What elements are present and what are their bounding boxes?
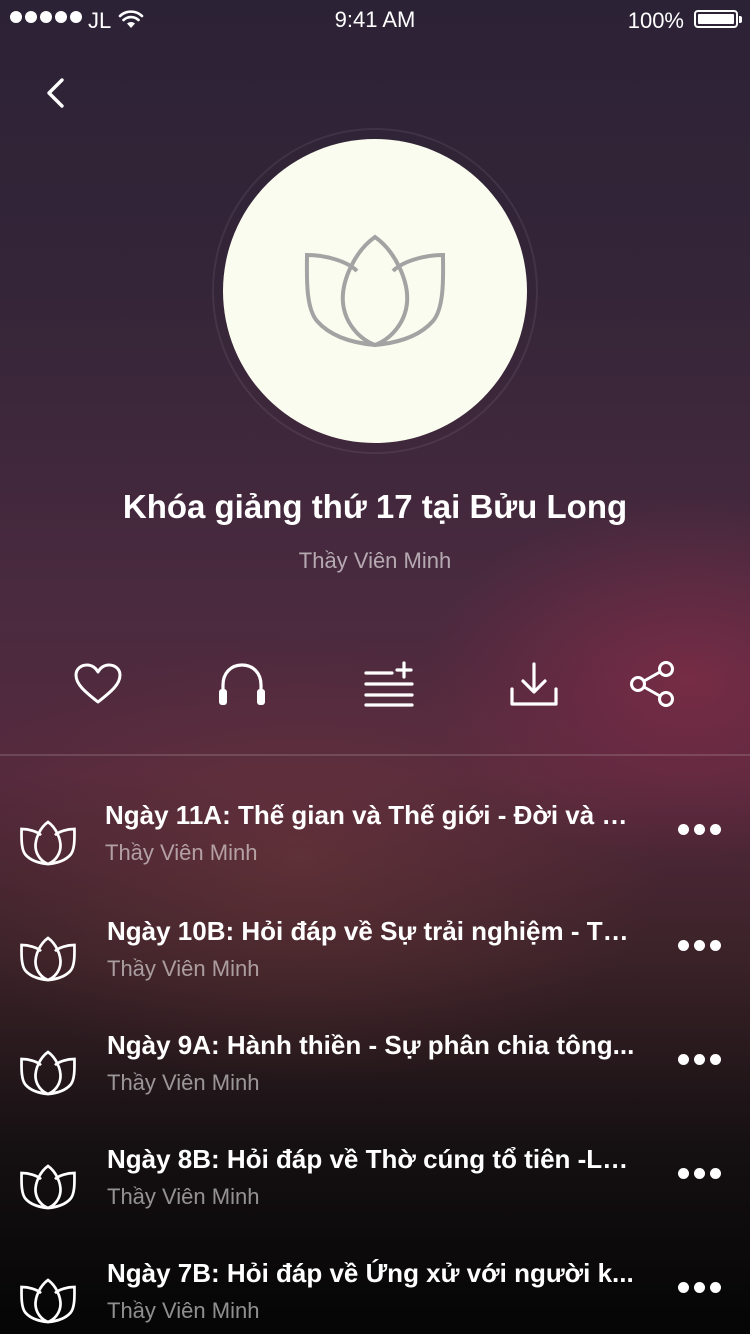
lotus-icon	[20, 936, 76, 982]
track-row[interactable]: Ngày 10B: Hỏi đáp về Sự trải nghiệm - Th…	[0, 916, 750, 1026]
track-author: Thầy Viên Minh	[107, 1184, 260, 1209]
track-title: Ngày 10B: Hỏi đáp về Sự trải nghiệm - Th…	[107, 916, 637, 946]
album-screen: JL 9:41 AM 100% Khóa giảng thứ 17 tại Bử…	[0, 0, 750, 1334]
heart-icon	[74, 663, 122, 704]
track-row[interactable]: Ngày 9A: Hành thiền - Sự phân chia tông.…	[0, 1030, 750, 1140]
lotus-icon	[20, 1050, 76, 1096]
album-author: Thầy Viên Minh	[298, 548, 452, 573]
more-options-button[interactable]	[678, 824, 721, 835]
track-author: Thầy Viên Minh	[107, 1298, 260, 1323]
headphones-icon	[219, 663, 265, 705]
track-row[interactable]: Ngày 7B: Hỏi đáp về Ứng xử với người k..…	[0, 1258, 750, 1334]
track-row[interactable]: Ngày 8B: Hỏi đáp về Thờ cúng tổ tiên -Là…	[0, 1144, 750, 1254]
favorite-button[interactable]	[70, 656, 126, 712]
lotus-icon	[20, 820, 76, 866]
track-author: Thầy Viên Minh	[107, 956, 260, 981]
download-button[interactable]	[506, 656, 562, 712]
album-cover	[223, 139, 527, 443]
lotus-icon	[20, 1164, 76, 1210]
status-bar: JL 9:41 AM 100%	[0, 0, 750, 40]
lotus-icon	[304, 234, 446, 348]
track-title: Ngày 9A: Hành thiền - Sự phân chia tông.…	[107, 1030, 635, 1060]
back-button[interactable]	[38, 72, 78, 116]
add-to-playlist-button[interactable]	[360, 656, 416, 712]
more-options-button[interactable]	[678, 1054, 721, 1065]
listen-button[interactable]	[214, 656, 270, 712]
more-options-button[interactable]	[678, 1168, 721, 1179]
more-options-button[interactable]	[678, 1282, 721, 1293]
download-icon	[510, 662, 558, 706]
track-author: Thầy Viên Minh	[105, 840, 258, 865]
track-title: Ngày 11A: Thế gian và Thế giới - Đời và …	[105, 800, 635, 830]
chevron-left-icon	[47, 78, 64, 108]
more-options-button[interactable]	[678, 940, 721, 951]
divider	[0, 754, 750, 756]
share-button[interactable]	[624, 656, 680, 712]
track-row[interactable]: Ngày 11A: Thế gian và Thế giới - Đời và …	[0, 800, 750, 910]
lotus-icon	[20, 1278, 76, 1324]
track-title: Ngày 8B: Hỏi đáp về Thờ cúng tổ tiên -Là…	[107, 1144, 637, 1174]
track-author: Thầy Viên Minh	[107, 1070, 260, 1095]
share-icon	[630, 661, 674, 707]
battery-icon	[694, 10, 742, 28]
add-to-playlist-icon	[364, 661, 414, 707]
album-title: Khóa giảng thứ 17 tại Bửu Long	[122, 488, 628, 525]
battery-percent: 100%	[627, 8, 684, 33]
track-title: Ngày 7B: Hỏi đáp về Ứng xử với người k..…	[107, 1258, 634, 1288]
